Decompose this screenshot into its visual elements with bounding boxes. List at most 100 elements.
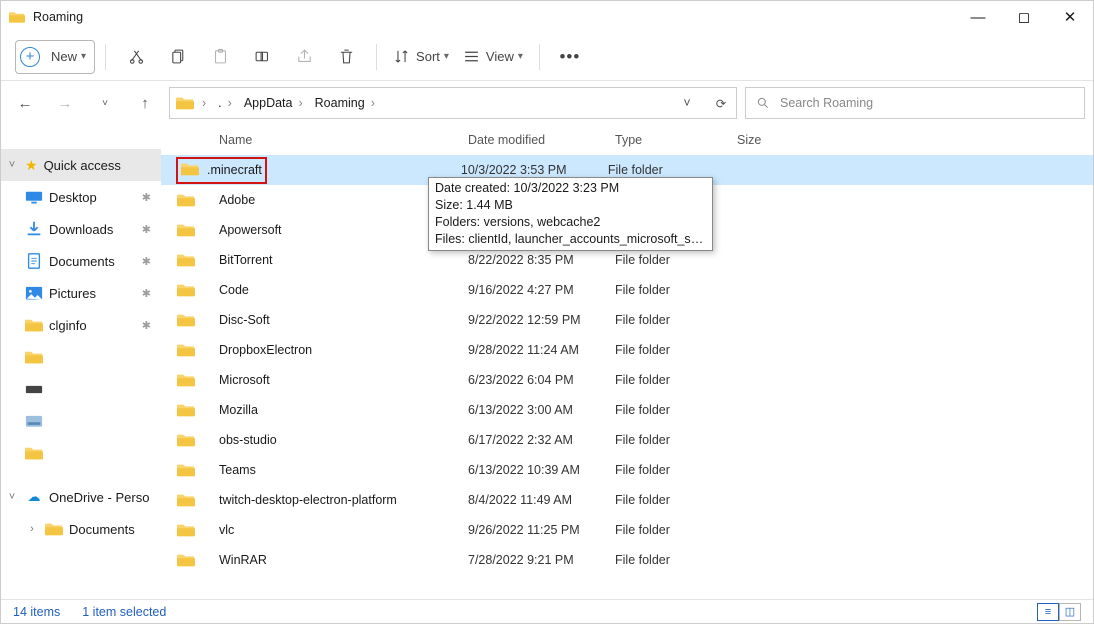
delete-button[interactable]	[326, 40, 366, 74]
status-selection: 1 item selected	[82, 605, 166, 619]
back-button[interactable]: ←	[9, 95, 41, 112]
search-input[interactable]: Search Roaming	[745, 87, 1085, 119]
table-row[interactable]: Code9/16/2022 4:27 PMFile folder	[161, 275, 1093, 305]
file-name: Mozilla	[219, 403, 468, 417]
close-button[interactable]: ✕	[1047, 1, 1093, 33]
file-type: File folder	[615, 523, 737, 537]
sidebar-item[interactable]: Downloads ✱	[1, 213, 161, 245]
sidebar-item[interactable]: clginfo✱	[1, 309, 161, 341]
table-row[interactable]: vlc9/26/2022 11:25 PMFile folder	[161, 515, 1093, 545]
chevron-down-icon: ▾	[81, 51, 86, 62]
onedrive-documents[interactable]: › Documents	[1, 513, 161, 545]
star-icon: ★	[25, 157, 38, 174]
search-icon	[756, 96, 770, 110]
view-button[interactable]: View ▾	[457, 40, 529, 74]
nav-icon	[25, 446, 43, 460]
icons-view-button[interactable]: ◫	[1059, 603, 1081, 621]
window-title: Roaming	[33, 10, 955, 24]
sidebar-item[interactable]	[1, 405, 161, 437]
up-button[interactable]: ↑	[129, 95, 161, 112]
nav-icon	[25, 350, 43, 364]
sidebar-item[interactable]: Pictures✱	[1, 277, 161, 309]
breadcrumb-item[interactable]: AppData›	[240, 96, 307, 110]
sidebar-item[interactable]: Desktop✱	[1, 181, 161, 213]
file-name: Microsoft	[219, 373, 468, 387]
onedrive[interactable]: ˅ ☁ OneDrive - Perso	[1, 481, 161, 513]
more-button[interactable]: •••	[550, 40, 590, 74]
new-button[interactable]: + New ▾	[15, 40, 95, 74]
toolbar: + New ▾ Sort ▾ View ▾ •••	[1, 33, 1093, 81]
folder-icon	[181, 161, 199, 180]
tooltip-line: Date created: 10/3/2022 3:23 PM	[435, 180, 706, 197]
folder-icon	[177, 402, 219, 418]
folder-icon	[176, 95, 194, 111]
share-button[interactable]	[284, 40, 324, 74]
minimize-button[interactable]: —	[955, 1, 1001, 33]
file-date: 9/28/2022 11:24 AM	[468, 343, 615, 357]
rename-icon	[254, 48, 271, 65]
table-row[interactable]: Mozilla6/13/2022 3:00 AMFile folder	[161, 395, 1093, 425]
folder-icon	[45, 521, 63, 537]
folder-icon	[177, 192, 219, 208]
nav-item-label: Desktop	[49, 190, 97, 205]
rename-button[interactable]	[242, 40, 282, 74]
folder-icon	[177, 462, 219, 478]
paste-button[interactable]	[200, 40, 240, 74]
status-bar: 14 items 1 item selected ≡ ◫	[1, 599, 1093, 623]
file-type: File folder	[608, 163, 730, 177]
table-row[interactable]: obs-studio6/17/2022 2:32 AMFile folder	[161, 425, 1093, 455]
quick-access[interactable]: ˅ ★ Quick access	[1, 149, 161, 181]
table-row[interactable]: Microsoft6/23/2022 6:04 PMFile folder	[161, 365, 1093, 395]
cut-button[interactable]	[116, 40, 156, 74]
table-row[interactable]: DropboxElectron9/28/2022 11:24 AMFile fo…	[161, 335, 1093, 365]
nav-item-label: clginfo	[49, 318, 87, 333]
search-placeholder: Search Roaming	[780, 96, 873, 110]
details-view-button[interactable]: ≡	[1037, 603, 1059, 621]
file-type: File folder	[615, 343, 737, 357]
refresh-button[interactable]: ⟳	[706, 96, 736, 111]
table-row[interactable]: Teams6/13/2022 10:39 AMFile folder	[161, 455, 1093, 485]
file-name: obs-studio	[219, 433, 468, 447]
file-type: File folder	[615, 283, 737, 297]
view-label: View	[486, 49, 514, 64]
forward-button[interactable]: →	[49, 95, 81, 112]
folder-icon	[177, 432, 219, 448]
address-history-button[interactable]: ˅	[672, 96, 702, 110]
file-date: 9/16/2022 4:27 PM	[468, 283, 615, 297]
table-row[interactable]: twitch-desktop-electron-platform8/4/2022…	[161, 485, 1093, 515]
file-type: File folder	[615, 373, 737, 387]
quick-access-label: Quick access	[44, 158, 121, 173]
sort-button[interactable]: Sort ▾	[387, 40, 455, 74]
table-row[interactable]: WinRAR7/28/2022 9:21 PMFile folder	[161, 545, 1093, 575]
file-date: 9/22/2022 12:59 PM	[468, 313, 615, 327]
sidebar-item[interactable]	[1, 437, 161, 469]
column-size[interactable]: Size	[737, 133, 797, 147]
column-headers[interactable]: Name Date modified Type Size	[161, 125, 1093, 155]
folder-icon	[177, 492, 219, 508]
table-row[interactable]: Disc-Soft9/22/2022 12:59 PMFile folder	[161, 305, 1093, 335]
maximize-button[interactable]: ◻	[1001, 1, 1047, 33]
column-name[interactable]: Name	[219, 133, 468, 147]
tooltip-line: Folders: versions, webcache2	[435, 214, 706, 231]
copy-button[interactable]	[158, 40, 198, 74]
plus-icon: +	[20, 47, 40, 67]
sidebar-item[interactable]	[1, 373, 161, 405]
pin-icon: ✱	[142, 223, 151, 236]
address-bar[interactable]: › .› AppData› Roaming› ˅ ⟳	[169, 87, 737, 119]
recent-button[interactable]: ˅	[89, 98, 121, 109]
tooltip: Date created: 10/3/2022 3:23 PM Size: 1.…	[428, 177, 713, 251]
column-date[interactable]: Date modified	[468, 133, 615, 147]
file-list: Name Date modified Type Size .minecraft1…	[161, 125, 1093, 599]
file-name: vlc	[219, 523, 468, 537]
breadcrumb-item[interactable]: .›	[214, 96, 236, 110]
file-name: WinRAR	[219, 553, 468, 567]
nav-item-label: Downloads	[49, 222, 113, 237]
column-type[interactable]: Type	[615, 133, 737, 147]
breadcrumb-item[interactable]: Roaming›	[311, 96, 379, 110]
onedrive-label: OneDrive - Perso	[49, 490, 149, 505]
pin-icon: ✱	[142, 255, 151, 268]
sidebar-item[interactable]	[1, 341, 161, 373]
file-date: 6/23/2022 6:04 PM	[468, 373, 615, 387]
folder-icon	[177, 552, 219, 568]
sidebar-item[interactable]: Documents✱	[1, 245, 161, 277]
